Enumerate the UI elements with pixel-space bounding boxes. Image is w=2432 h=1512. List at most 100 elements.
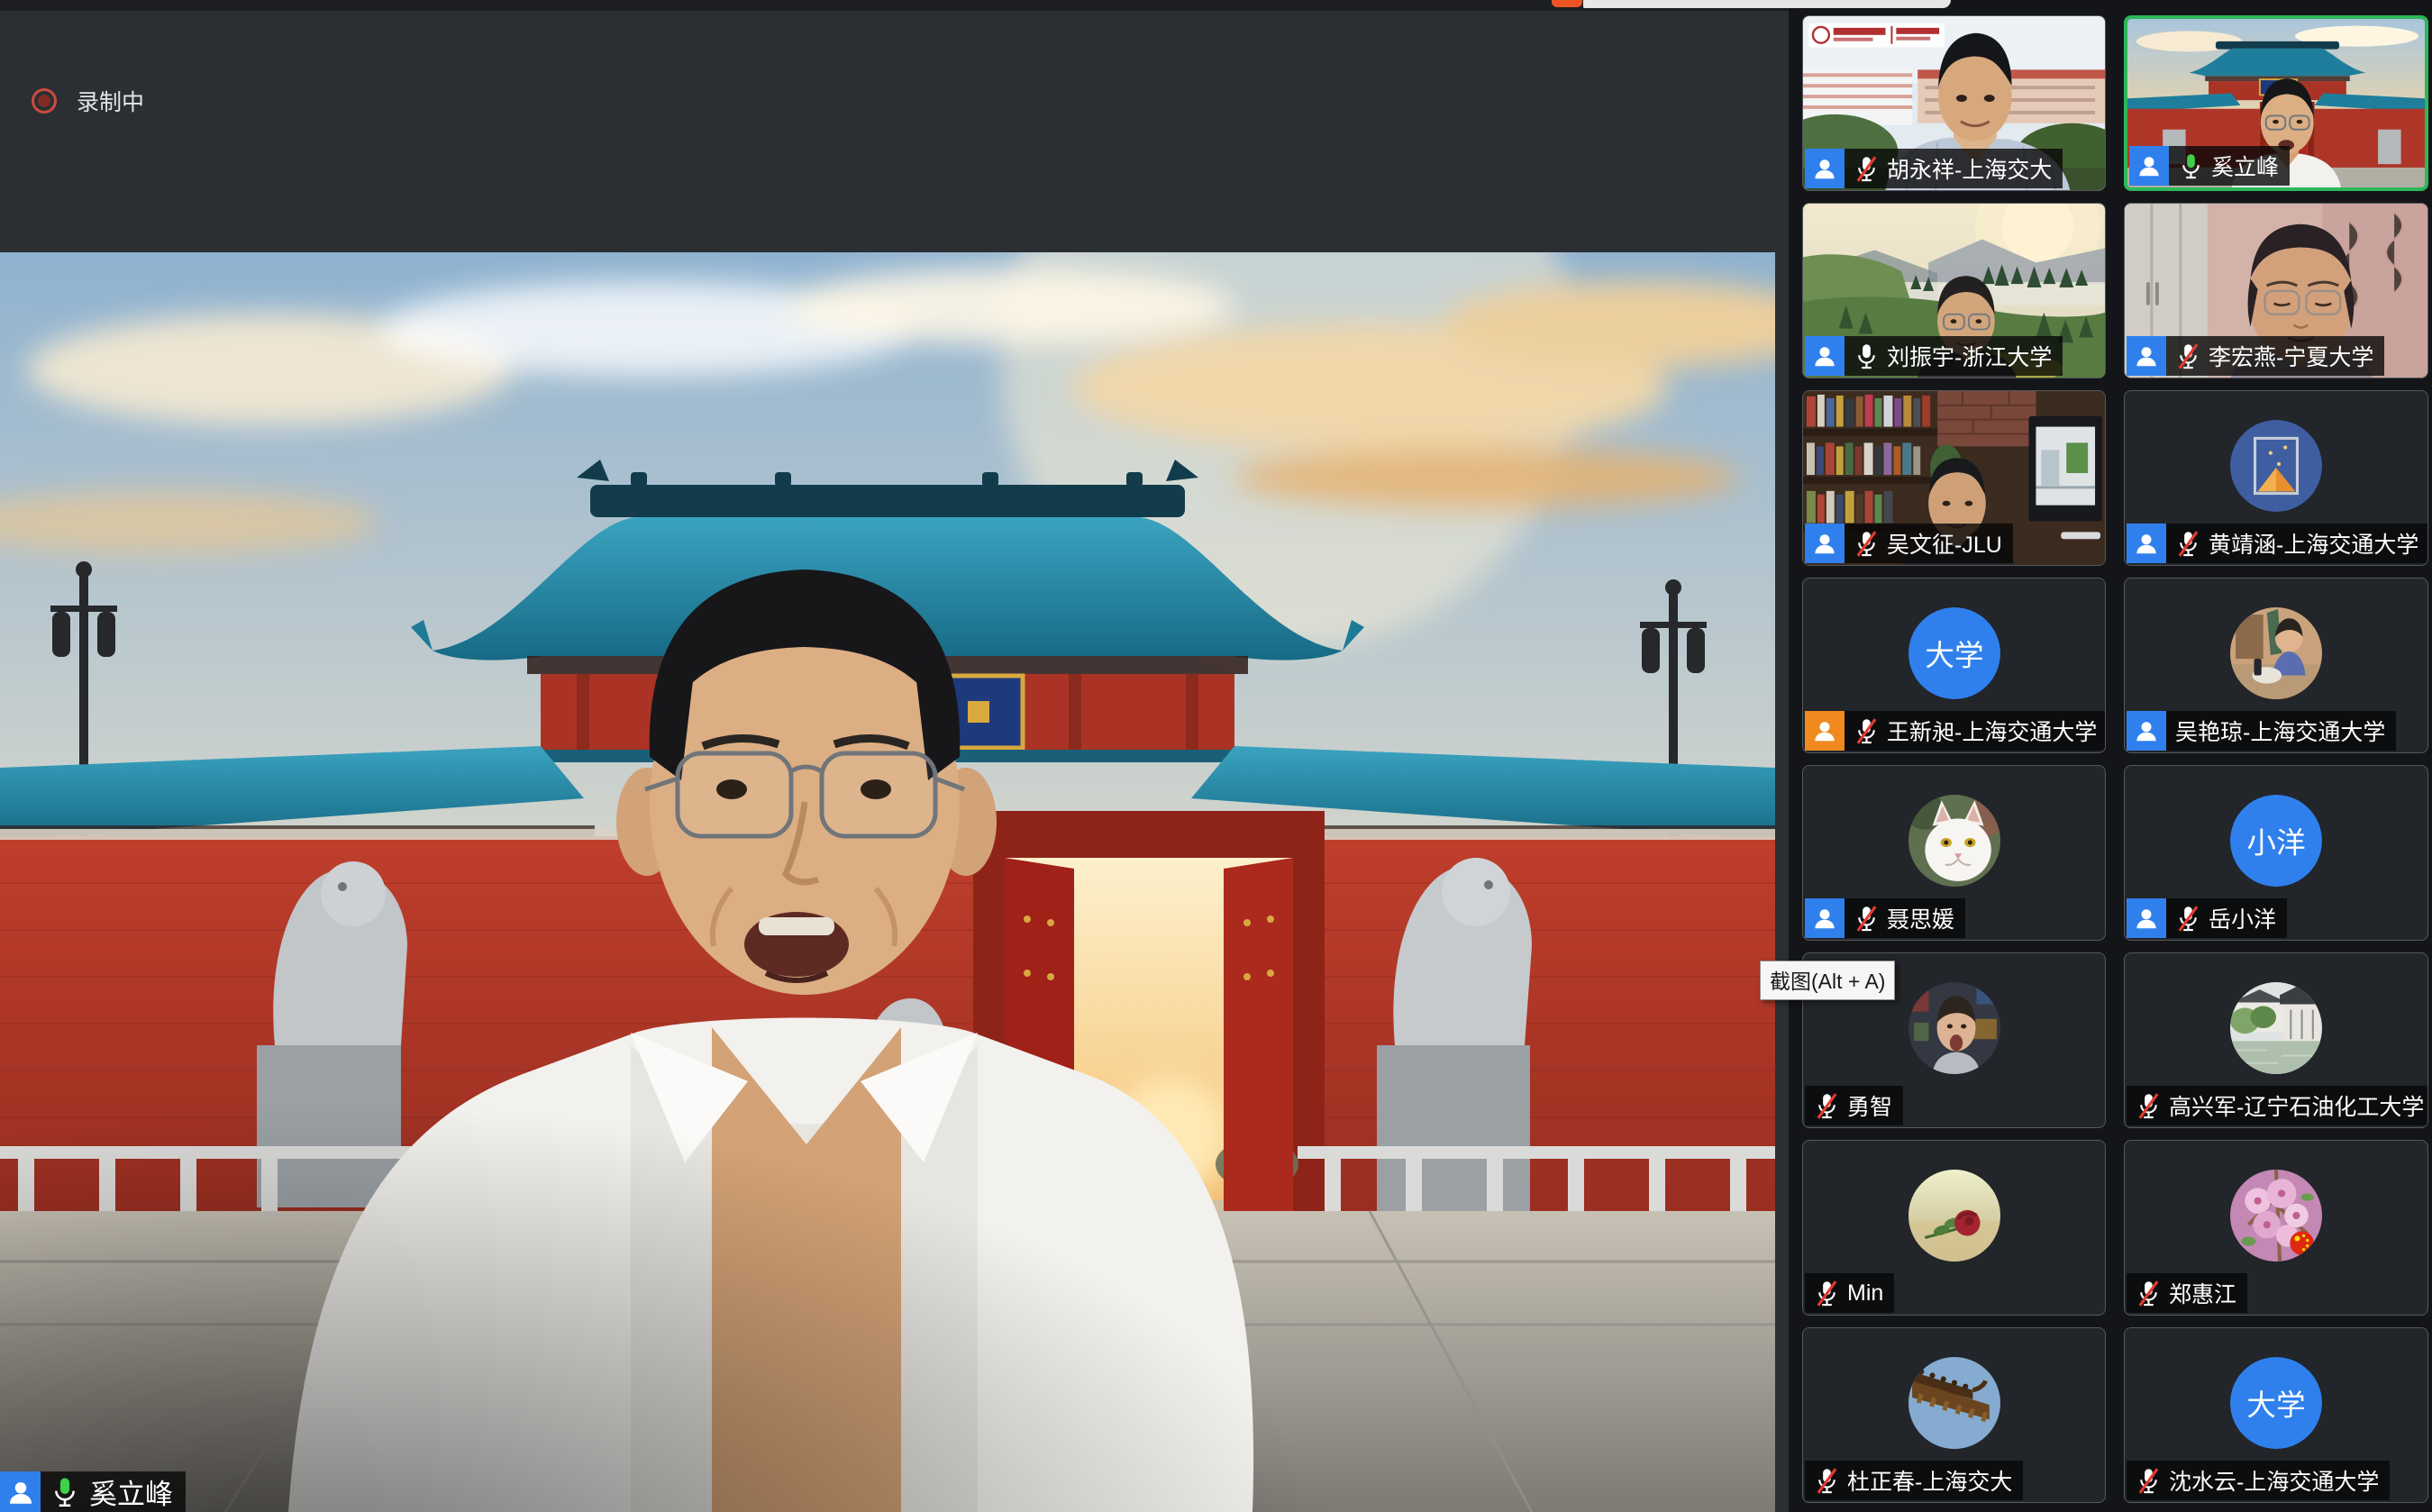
mic-muted-icon <box>2136 1279 2162 1308</box>
participant-name-label: 李宏燕-宁夏大学 <box>2127 336 2384 376</box>
mic-speaking-icon <box>2178 151 2204 181</box>
mic-muted-icon <box>1814 1091 1840 1121</box>
participant-name-label: 高兴军-辽宁石油化工大学 <box>2127 1086 2418 1125</box>
participant-tile[interactable]: 大学 王新昶-上海交通大学 <box>1802 578 2106 753</box>
participant-name-label: 勇智 <box>1805 1086 1903 1125</box>
participant-role-icon <box>1805 149 1844 188</box>
participant-avatar: 小洋 <box>2230 795 2322 887</box>
participant-name: 聂思媛 <box>1887 902 1954 934</box>
participant-name-label: 聂思媛 <box>1805 898 1965 938</box>
participant-name-label: 王新昶-上海交通大学 <box>1805 711 2095 751</box>
participant-role-icon <box>2127 898 2166 938</box>
svg-text:小洋: 小洋 <box>2246 825 2305 859</box>
participant-avatar <box>2230 420 2322 512</box>
participant-name-label: 奚立峰 <box>2129 146 2290 186</box>
main-speaker-video[interactable]: 奚立峰 <box>0 252 1775 1512</box>
participant-name: 勇智 <box>1847 1089 1892 1122</box>
participant-role-icon <box>0 1471 41 1512</box>
participant-name: 杜正春-上海交大 <box>1847 1464 2012 1497</box>
mic-muted-icon <box>2136 1466 2162 1496</box>
participant-name-label: 岳小洋 <box>2127 898 2287 938</box>
video-vignette <box>0 252 1775 1512</box>
participant-tile[interactable]: 聂思媛 <box>1802 765 2106 941</box>
participant-name-label: 黄靖涵-上海交通大学 <box>2127 524 2418 563</box>
participant-avatar <box>1908 982 2000 1074</box>
mic-muted-icon <box>2136 1091 2162 1121</box>
participant-tile[interactable]: 黄靖涵-上海交通大学 <box>2124 390 2428 566</box>
participant-role-icon <box>1805 711 1844 751</box>
participant-avatar: 大学 <box>2230 1357 2322 1449</box>
participant-tile[interactable]: 大学 沈水云-上海交通大学 <box>2124 1327 2428 1503</box>
participant-tile[interactable]: 李宏燕-宁夏大学 <box>2124 203 2428 378</box>
mic-muted-icon <box>1814 1466 1840 1496</box>
mic-muted-icon <box>2175 529 2201 559</box>
participant-role-icon <box>2127 336 2166 376</box>
participant-name-label: 杜正春-上海交大 <box>1805 1461 2023 1500</box>
participant-name-label: 吴艳琼-上海交通大学 <box>2127 711 2396 751</box>
mic-muted-icon <box>2175 904 2201 934</box>
mic-speaking-icon <box>50 1475 80 1509</box>
participant-name: 沈水云-上海交通大学 <box>2169 1464 2379 1497</box>
recording-indicator[interactable]: 录制中 <box>32 85 144 117</box>
participant-tile[interactable]: 刘振宇-浙江大学 <box>1802 203 2106 378</box>
recording-label: 录制中 <box>77 85 144 117</box>
mic-muted-icon <box>1854 716 1880 746</box>
participants-grid: 胡永祥-上海交大 奚立峰 刘振宇-浙江大学 <box>1802 15 2428 1503</box>
participant-name: 刘振宇-浙江大学 <box>1887 340 2052 372</box>
participant-role-icon <box>1805 336 1844 376</box>
svg-text:大学: 大学 <box>2246 1388 2305 1421</box>
svg-text:大学: 大学 <box>1925 638 1983 671</box>
participant-name: 岳小洋 <box>2209 902 2276 934</box>
mic-muted-icon <box>1854 529 1880 559</box>
participant-name-label: 胡永祥-上海交大 <box>1805 149 2063 188</box>
participant-role-icon <box>2127 711 2166 751</box>
participant-name: 李宏燕-宁夏大学 <box>2209 340 2373 372</box>
participant-name: Min <box>1847 1280 1883 1307</box>
participant-avatar <box>2230 1170 2322 1262</box>
participant-name: 高兴军-辽宁石油化工大学 <box>2169 1089 2424 1122</box>
recording-dot-icon <box>32 88 57 114</box>
floating-toolbar-edge[interactable] <box>1583 0 1951 8</box>
participant-name-label: 刘振宇-浙江大学 <box>1805 336 2063 376</box>
mic-muted-icon <box>2175 342 2201 371</box>
participant-role-icon <box>2127 524 2166 563</box>
participant-name: 吴文征-JLU <box>1887 527 2002 560</box>
participant-avatar <box>2230 607 2322 699</box>
meeting-window: 录制中 <box>0 0 2432 1512</box>
participant-role-icon <box>2129 146 2169 186</box>
participant-avatar <box>1908 795 2000 887</box>
mic-muted-icon <box>1854 904 1880 934</box>
participant-avatar <box>2230 982 2322 1074</box>
participant-avatar: 大学 <box>1908 607 2000 699</box>
participant-role-icon <box>1805 524 1844 563</box>
participant-name: 胡永祥-上海交大 <box>1887 152 2052 185</box>
participant-role-icon <box>1805 898 1844 938</box>
participant-name-label: 沈水云-上海交通大学 <box>2127 1461 2390 1500</box>
participant-name: 郑惠江 <box>2169 1277 2236 1309</box>
participant-tile[interactable]: 杜正春-上海交大 <box>1802 1327 2106 1503</box>
main-speaker-name-label: 奚立峰 <box>0 1471 186 1512</box>
participant-tile[interactable]: 吴文征-JLU <box>1802 390 2106 566</box>
participant-name-label: 吴文征-JLU <box>1805 524 2013 563</box>
participant-name: 王新昶-上海交通大学 <box>1887 715 2097 747</box>
participant-tile[interactable]: Min <box>1802 1140 2106 1316</box>
main-speaker-name: 奚立峰 <box>89 1471 173 1512</box>
participant-name: 黄靖涵-上海交通大学 <box>2209 527 2418 560</box>
participant-tile[interactable]: 胡永祥-上海交大 <box>1802 15 2106 191</box>
mic-on-icon <box>1854 342 1880 371</box>
participant-name-label: Min <box>1805 1273 1894 1313</box>
participant-tile[interactable]: 奚立峰 <box>2124 15 2428 191</box>
participant-tile[interactable]: 郑惠江 <box>2124 1140 2428 1316</box>
participant-tile[interactable]: 高兴军-辽宁石油化工大学 <box>2124 952 2428 1128</box>
floating-toolbar-logo-edge[interactable] <box>1552 0 1582 7</box>
participant-tile[interactable]: 小洋 岳小洋 <box>2124 765 2428 941</box>
participant-avatar <box>1908 1170 2000 1262</box>
participant-name: 奚立峰 <box>2211 150 2279 182</box>
participant-name: 吴艳琼-上海交通大学 <box>2175 715 2385 747</box>
mic-muted-icon <box>1854 154 1880 184</box>
mic-muted-icon <box>1814 1279 1840 1308</box>
participant-tile[interactable]: 吴艳琼-上海交通大学 <box>2124 578 2428 753</box>
top-strip <box>0 0 1793 11</box>
participant-name-label: 郑惠江 <box>2127 1273 2247 1313</box>
participant-avatar <box>1908 1357 2000 1449</box>
